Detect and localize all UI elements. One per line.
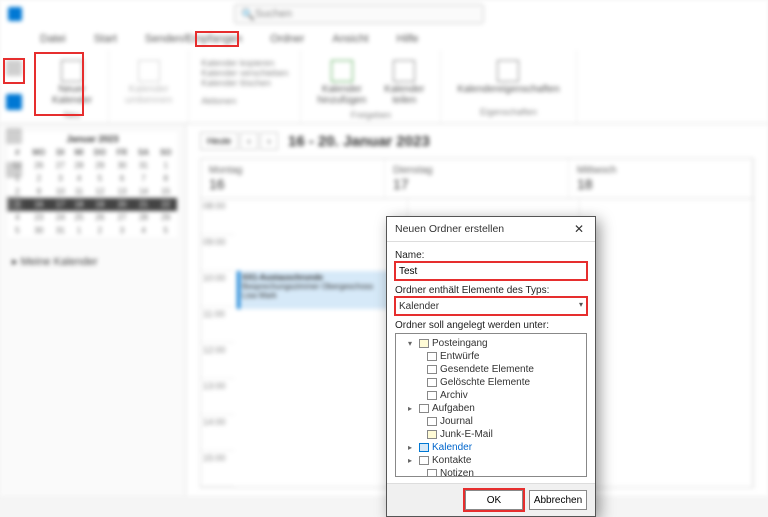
close-icon[interactable]: ✕ [571,221,587,237]
neuer-kalender-button[interactable]: Neuer Kalender [48,56,96,110]
menu-ordner[interactable]: Ordner [266,31,308,47]
tree-item[interactable]: Archiv [398,389,584,402]
group-eig-label: Eigenschaften [480,107,537,117]
group-neu-label: Neu [64,110,81,120]
name-input[interactable] [395,262,587,280]
type-select[interactable]: Kalender [395,297,587,315]
calendar-icon [61,60,83,82]
kalendereigenschaften-button[interactable]: Kalendereigenschaften [453,56,563,99]
mini-calendar[interactable]: Januar 2023 #MODIMIDOFRSASO5226272829303… [8,132,177,237]
location-label: Ordner soll angelegt werden unter: [395,320,587,331]
app-logo [8,7,22,21]
kalender-umbenennen-button: Kalender umbennen [121,56,176,110]
today-button[interactable]: Heute [200,132,238,150]
new-folder-dialog: Neuen Ordner erstellen ✕ Name: Ordner en… [386,216,596,517]
menu-hilfe[interactable]: Hilfe [393,31,423,47]
ok-button[interactable]: OK [465,490,523,510]
day-header[interactable]: Montag16 [201,159,385,198]
prev-week-button[interactable]: ‹ [240,132,258,150]
rail-calendar-icon[interactable] [6,94,22,110]
menu-senden[interactable]: Senden/Empfangen [141,31,246,47]
menu-datei[interactable]: Datei [36,31,70,47]
tree-item[interactable]: ▸Aufgaben [398,402,584,415]
calendar-event[interactable]: XX1-AustauschrundeBesprechungszimmer Obe… [237,271,399,309]
tree-item[interactable]: ▸Kontakte [398,454,584,467]
type-label: Ordner enthält Elemente des Typs: [395,285,587,296]
folder-tree[interactable]: ▾PosteingangEntwürfeGesendete ElementeGe… [395,333,587,477]
my-calendars[interactable]: ▸ Meine Kalender [8,251,177,272]
kalender-kopieren[interactable]: Kalender kopieren [201,58,274,68]
day-header[interactable]: Mittwoch18 [569,159,753,198]
tree-item[interactable]: Gesendete Elemente [398,363,584,376]
menu-start[interactable]: Start [90,31,121,47]
tree-item[interactable]: Notizen [398,467,584,477]
kalender-hinzufuegen-button[interactable]: Kalender hinzufügen [313,56,370,110]
rail-mail-icon[interactable] [6,60,22,76]
tree-item[interactable]: ▸Kalender [398,441,584,454]
week-range: 16 - 20. Januar 2023 [288,133,430,150]
kalender-teilen-button[interactable]: Kalender teilen [380,56,428,110]
kalender-loeschen[interactable]: Kalender löschen [201,78,271,88]
kalender-verschieben[interactable]: Kalender verschieben [201,68,288,78]
tree-item[interactable]: ▾Posteingang [398,337,584,350]
group-freigeben-label: Freigeben [351,110,392,120]
rail-people-icon[interactable] [6,128,22,144]
next-week-button[interactable]: › [260,132,278,150]
group-aktionen-label: Aktionen [201,96,236,106]
rail-tasks-icon[interactable] [6,162,22,178]
dialog-title: Neuen Ordner erstellen [395,223,504,235]
cancel-button[interactable]: Abbrechen [529,490,587,510]
rail-more-icon[interactable] [6,196,22,212]
chevron-down-icon: ▾ [579,300,583,309]
tree-item[interactable]: Journal [398,415,584,428]
tree-item[interactable]: Gelöschte Elemente [398,376,584,389]
tree-item[interactable]: Entwürfe [398,350,584,363]
name-label: Name: [395,250,587,261]
menu-ansicht[interactable]: Ansicht [328,31,372,47]
tree-item[interactable]: Junk-E-Mail [398,428,584,441]
search-input[interactable]: 🔍 Suchen [234,4,484,24]
day-header[interactable]: Dienstag17 [385,159,569,198]
